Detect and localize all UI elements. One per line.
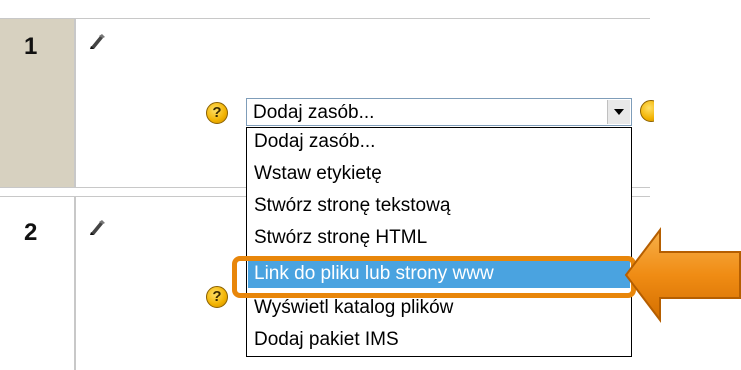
section-number-column: 2 [0,197,76,370]
option-label: Stwórz stronę HTML [254,227,428,248]
help-icon[interactable]: ? [206,102,228,124]
edit-summary-icon[interactable] [88,219,106,237]
dropdown-option-add-resource[interactable]: Dodaj zasób... [248,128,630,156]
help-icon[interactable] [640,100,654,122]
dropdown-option-text-page[interactable]: Stwórz stronę tekstową [248,192,630,220]
add-resource-select[interactable]: Dodaj zasób... [246,98,632,126]
help-icon-partial[interactable] [640,100,654,124]
section-number: 2 [24,219,38,246]
dropdown-option-html-page[interactable]: Stwórz stronę HTML [248,224,630,252]
section-number-column: 1 [0,19,76,187]
dropdown-arrow-icon[interactable] [607,100,630,124]
callout-arrow-icon [624,227,741,323]
select-value: Dodaj zasób... [253,102,375,123]
edit-summary-icon[interactable] [88,33,106,51]
option-label: Wyświetl katalog plików [254,297,454,318]
dropdown-option-ims-package[interactable]: Dodaj pakiet IMS [248,326,630,354]
dropdown-option-insert-label[interactable]: Wstaw etykietę [248,160,630,188]
add-resource-dropdown-list: Dodaj zasób... Wstaw etykietę Stwórz str… [246,127,632,357]
section-number: 1 [24,33,38,60]
option-label: Dodaj zasób... [254,131,376,152]
option-label: Wstaw etykietę [254,163,382,184]
dropdown-option-display-directory[interactable]: Wyświetl katalog plików [248,294,630,322]
selection-highlight-frame [232,256,636,298]
option-label: Dodaj pakiet IMS [254,329,399,350]
option-label: Stwórz stronę tekstową [254,195,451,216]
help-icon[interactable]: ? [206,286,228,308]
